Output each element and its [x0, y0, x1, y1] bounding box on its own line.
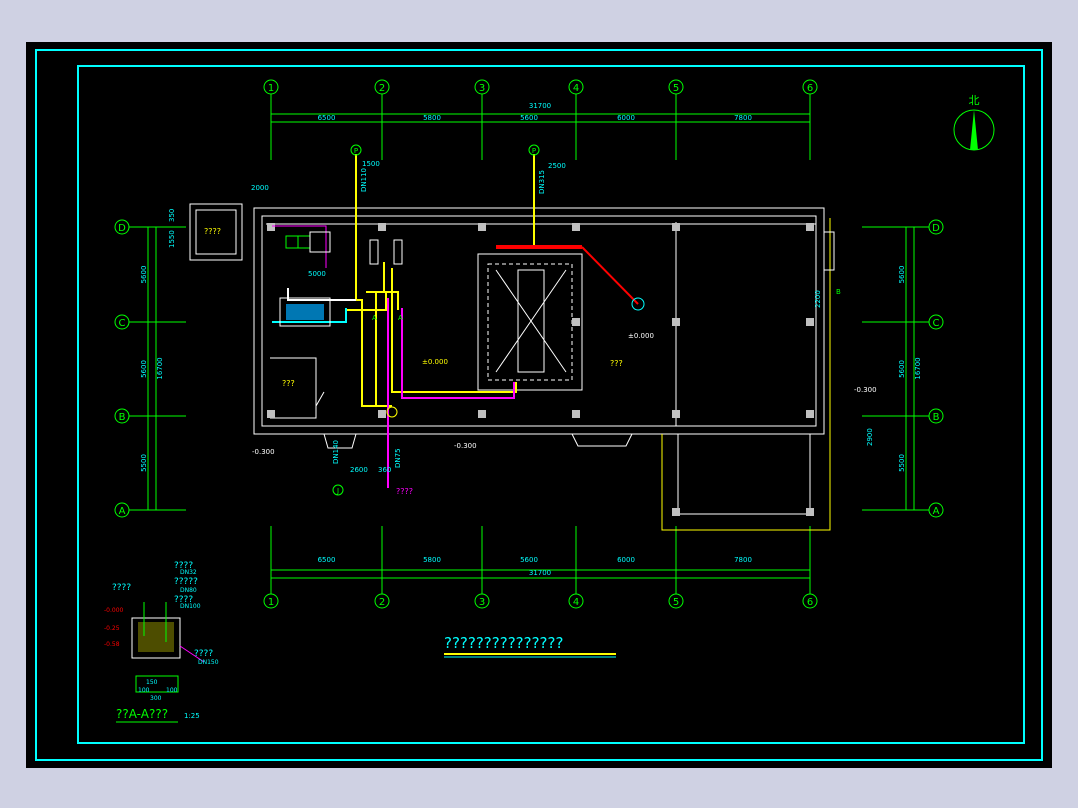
dim-total-depth: 16700	[156, 357, 164, 379]
section-pipe-dn100: DN100	[180, 603, 201, 610]
dim-total-top: 31700	[529, 102, 551, 110]
north-label: 北	[969, 94, 980, 107]
room-pool-label: ???	[610, 359, 623, 368]
level-0: ±0.000	[422, 358, 448, 366]
section-dim-3: 100	[166, 687, 178, 694]
dim-row-spacing: 5600	[140, 266, 148, 284]
mark-a1: A	[372, 314, 377, 322]
north-arrow: 北	[953, 94, 995, 151]
dim-spacing-bottom: 5800	[423, 556, 441, 564]
section-dim-1: 150	[146, 679, 158, 686]
axis-label-col: 6	[807, 597, 813, 608]
axis-label-col: 1	[268, 83, 274, 94]
dim-spacing-top: 5800	[423, 114, 441, 122]
dim-row-spacing: 5600	[898, 360, 906, 378]
section-label-3: ?????	[174, 577, 198, 587]
dim-2900: 2900	[866, 428, 874, 446]
equipment	[279, 231, 645, 418]
pipe-dn75: DN75	[394, 448, 402, 468]
section-dim-4: 300	[150, 695, 162, 702]
room-small-label: ????	[204, 227, 221, 236]
dim-row-spacing: 5500	[898, 454, 906, 472]
section-detail: ???? ???? ????? ???? ???? DN32 DN80 DN10…	[104, 561, 219, 723]
dim-2200: 2200	[814, 290, 822, 308]
drawing-title: ???????????????	[444, 634, 563, 652]
section-level-1: -0.000	[104, 607, 124, 614]
axis-label-col: 2	[379, 597, 385, 608]
section-pipe-dn32: DN32	[180, 569, 197, 576]
dim-2000: 2000	[251, 184, 269, 192]
axis-label-col: 4	[573, 83, 579, 94]
pipe-dn140: DN140	[332, 440, 340, 464]
section-scale: 1:25	[184, 712, 200, 720]
pipe-network	[272, 154, 639, 488]
level-m300b: -0.300	[252, 448, 275, 456]
mark-p2: P	[532, 147, 536, 155]
axis-label-row: C	[119, 318, 126, 329]
axis-label-col: 3	[479, 597, 485, 608]
section-level-2: -0.25	[104, 625, 120, 632]
dim-spacing-top: 5600	[520, 114, 538, 122]
dim-spacing-bottom: 6000	[617, 556, 635, 564]
dim-spacing-top: 7800	[734, 114, 752, 122]
axis-label-col: 4	[573, 597, 579, 608]
cad-viewport[interactable]: 北 1 1 2 2 3 3 4 4 5 5 6 6 6500 6500 5800 5800 5600 5600 60…	[26, 42, 1052, 768]
section-dim-2: 100	[138, 687, 150, 694]
axis-label-row: D	[118, 223, 126, 234]
pipe-dn315: DN315	[538, 170, 546, 194]
level-m300a: -0.300	[854, 386, 877, 394]
axis-label-row: B	[119, 412, 126, 423]
mark-p1: P	[354, 147, 358, 155]
axis-label-row: B	[933, 412, 940, 423]
dim-spacing-bottom: 7800	[734, 556, 752, 564]
dim-row-spacing: 5600	[140, 360, 148, 378]
dim-350: 350	[168, 209, 176, 222]
dim-2500: 2500	[548, 162, 566, 170]
section-pipe-dn150: DN150	[198, 659, 219, 666]
room-left-label: ???	[282, 379, 295, 388]
level-m300c: -0.300	[454, 442, 477, 450]
section-label-1: ????	[112, 583, 131, 593]
dim-total-bottom: 31700	[529, 569, 551, 577]
axis-label-col: 5	[673, 83, 679, 94]
axis-label-row: A	[119, 506, 126, 517]
axis-grid: 1 1 2 2 3 3 4 4 5 5 6 6 6500 6500 5800 5800 5600 5600 6000…	[114, 79, 944, 609]
drawing-title-block: ???????????????	[444, 634, 616, 658]
axis-label-row: A	[933, 506, 940, 517]
axis-label-row: D	[932, 223, 940, 234]
dim-spacing-bottom: 6500	[318, 556, 336, 564]
drawing-canvas: 北 1 1 2 2 3 3 4 4 5 5 6 6 6500 6500 5800 5800 5600 5600 60…	[35, 49, 1043, 761]
mark-b: B	[836, 288, 841, 296]
dim-1500: 1500	[362, 160, 380, 168]
axis-label-col: 3	[479, 83, 485, 94]
axis-label-col: 1	[268, 597, 274, 608]
building-walls	[189, 203, 835, 531]
dim-5000: 5000	[308, 270, 326, 278]
axis-label-col: 5	[673, 597, 679, 608]
section-title: ??A-A???	[116, 707, 168, 721]
dim-row-spacing: 5600	[898, 266, 906, 284]
dim-row-spacing: 5500	[140, 454, 148, 472]
dim-spacing-top: 6000	[617, 114, 635, 122]
dim-spacing-bottom: 5600	[520, 556, 538, 564]
mark-a2: A	[398, 314, 403, 322]
annotations: 2000 1500 2500 5000 2600 360 2200 2900 1…	[168, 144, 877, 496]
outlet-label: ????	[396, 487, 413, 496]
level-0b: ±0.000	[628, 332, 654, 340]
dim-total-depth: 16700	[914, 357, 922, 379]
section-pipe-dn80: DN80	[180, 587, 197, 594]
dim-360: 360	[378, 466, 391, 474]
dim-1550: 1550	[168, 230, 176, 248]
pipe-dn110: DN110	[360, 168, 368, 192]
section-label-5: ????	[194, 649, 213, 659]
axis-label-row: C	[933, 318, 940, 329]
dim-2600: 2600	[350, 466, 368, 474]
mark-j: J	[336, 487, 339, 495]
axis-label-col: 6	[807, 83, 813, 94]
section-level-3: -0.58	[104, 641, 120, 648]
dim-spacing-top: 6500	[318, 114, 336, 122]
axis-label-col: 2	[379, 83, 385, 94]
